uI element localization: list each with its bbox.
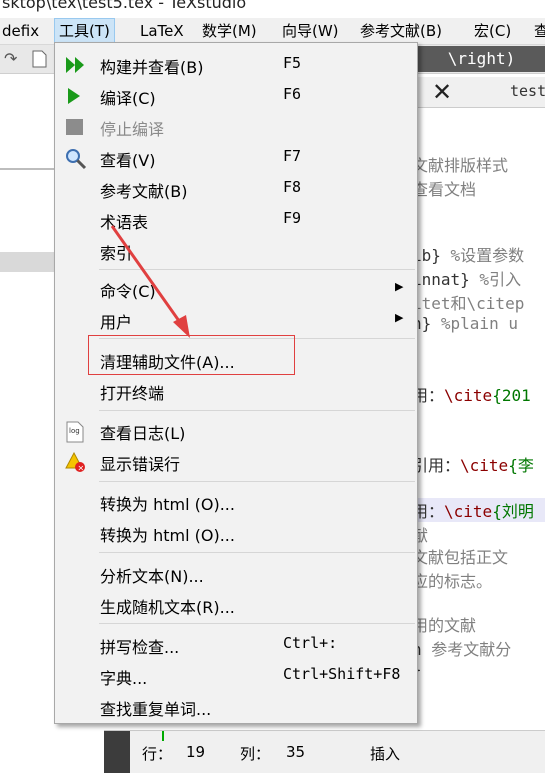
annotation-arrow-icon [110, 225, 190, 338]
